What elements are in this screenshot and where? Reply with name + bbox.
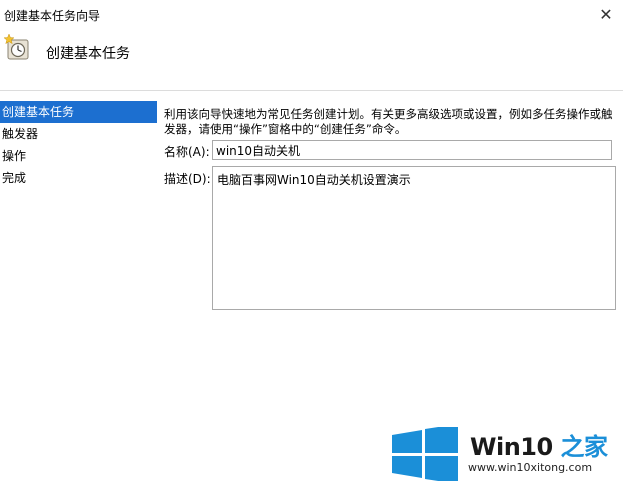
wizard-content: 利用该向导快速地为常见任务创建计划。有关更多高级选项或设置，例如多任务操作或触发… [164,107,619,310]
step-action[interactable]: 操作 [0,145,157,167]
watermark-url: www.win10xitong.com [468,461,593,474]
wizard-window: 创建基本任务向导 ✕ 创建基本任务 创建基本任务 触发器 操作 完成 利用该向导… [0,0,623,495]
window-title: 创建基本任务向导 [4,9,101,23]
title-bar: 创建基本任务向导 ✕ [0,0,623,30]
description-row: 描述(D): 电脑百事网Win10自动关机设置演示 [164,166,619,312]
name-input[interactable] [212,140,612,160]
name-row: 名称(A): [164,140,619,162]
name-label: 名称(A): [164,145,210,159]
watermark-brand: Win10 之家 [470,427,608,462]
wizard-steps: 创建基本任务 触发器 操作 完成 [0,101,157,221]
close-icon: ✕ [599,4,613,24]
watermark-brand-suffix: 之家 [560,433,609,461]
step-create-basic-task[interactable]: 创建基本任务 [0,101,157,123]
description-textarea[interactable]: 电脑百事网Win10自动关机设置演示 [212,166,616,310]
watermark-brand-prefix: Win10 [470,433,561,461]
intro-text: 利用该向导快速地为常见任务创建计划。有关更多高级选项或设置，例如多任务操作或触发… [164,107,613,136]
step-finish[interactable]: 完成 [0,167,157,189]
page-title: 创建基本任务 [46,46,130,62]
step-trigger[interactable]: 触发器 [0,123,157,145]
description-label: 描述(D): [164,172,211,186]
wizard-header: 创建基本任务 [0,30,623,91]
close-button[interactable]: ✕ [589,0,623,28]
task-clock-wizard-icon [3,34,29,60]
windows-logo-icon [392,427,458,481]
site-watermark: Win10 之家 www.win10xitong.com [386,413,623,495]
